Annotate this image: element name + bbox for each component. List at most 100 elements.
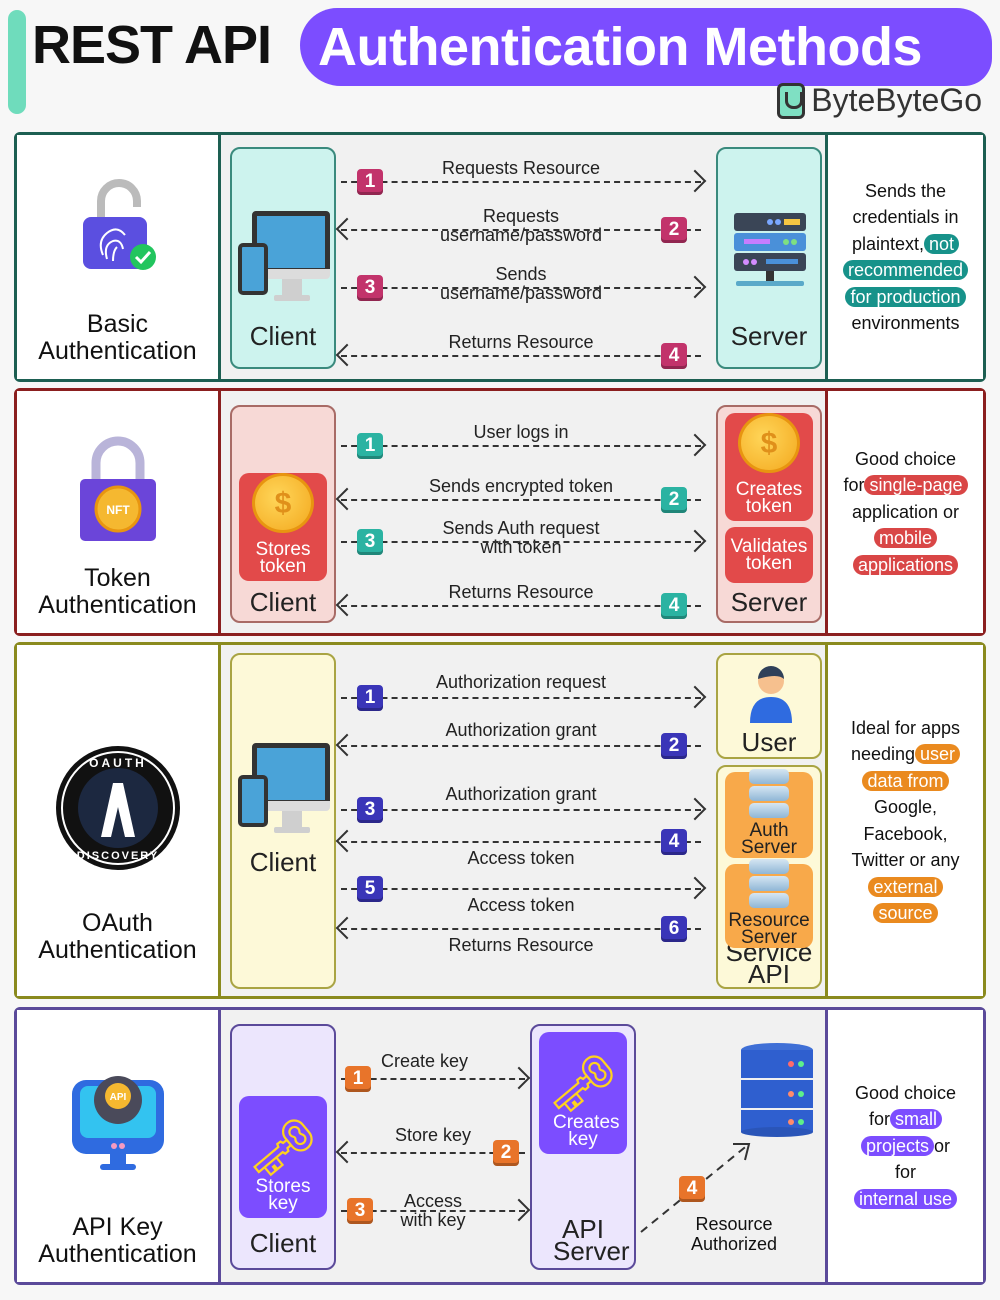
flow-step-1: User logs in 1 — [341, 423, 707, 461]
step-badge: 2 — [493, 1140, 519, 1166]
text-label: Access token — [467, 848, 575, 868]
text-label: Stores token — [255, 539, 311, 577]
text-label: Auth Server — [741, 820, 797, 858]
step-badge: 4 — [661, 829, 687, 855]
step-badge: 2 — [661, 217, 687, 243]
text-label: for — [894, 1162, 916, 1183]
text-label: environments — [851, 313, 960, 333]
user-label: User — [741, 727, 797, 757]
flow-step-3: Sends username/password 3 — [341, 265, 707, 303]
section-api-key-auth: API API Key Authentication 🗝 Stores key C… — [14, 1007, 986, 1285]
flow-step-5: Access token 5 — [341, 874, 707, 915]
highlight: external — [868, 876, 943, 897]
method-note: Sends the credentials in plaintext, not r… — [825, 135, 983, 379]
user-avatar-icon — [750, 666, 792, 723]
server-box: $ Creates token Validates token Server — [716, 405, 822, 623]
flow-step-2: Sends encrypted token 2 — [335, 477, 701, 515]
section-oauth: OAUTH DISCOVERY OAuth Authentication Clie… — [14, 642, 986, 999]
server-label: Server — [730, 321, 808, 351]
oauth-discovery-logo: OAUTH DISCOVERY — [55, 746, 180, 870]
step-badge: 1 — [357, 685, 383, 711]
server-rack-icon — [734, 213, 806, 286]
accent-bar — [8, 10, 26, 114]
text-label: Creates token — [735, 479, 803, 517]
flow-step-3: Sends Auth request with token 3 — [341, 519, 707, 557]
text-label: application or — [851, 501, 960, 522]
flow-step-2: Store key 2 — [335, 1126, 525, 1168]
database-icon — [741, 1043, 813, 1137]
text-label: Stores key — [255, 1176, 311, 1214]
client-devices-icon — [238, 211, 330, 307]
client-label: Client — [249, 321, 317, 351]
text-label: Authorization grant — [445, 720, 597, 740]
text-label: Access token — [467, 895, 575, 915]
text-label: Token — [84, 564, 151, 592]
flow-step-2: Requests username/password 2 — [335, 207, 701, 245]
step-badge: 6 — [661, 916, 687, 942]
method-panel: API API Key Authentication — [17, 1010, 221, 1282]
creates-key-box: 🗝 Creates key — [539, 1032, 627, 1154]
step-badge: 3 — [347, 1198, 373, 1224]
brand: ByteByteGo — [777, 82, 982, 119]
highlight: recommended — [842, 260, 969, 280]
server-box: Server — [716, 147, 822, 369]
step-badge: 5 — [357, 876, 383, 902]
section-basic-auth: Basic Authentication Client Requests Reso… — [14, 132, 986, 382]
resource-server-box: Resource Server — [725, 859, 813, 948]
step-badge: 3 — [357, 529, 383, 555]
text-label: Requests username/password — [439, 206, 603, 245]
key-icon: 🗝 — [547, 1052, 619, 1115]
method-name: OAuth Authentication — [38, 910, 196, 964]
logo-top-text: OAUTH — [89, 756, 147, 770]
validates-token-box: Validates token — [725, 527, 813, 583]
stores-key-box: 🗝 Stores key — [239, 1096, 327, 1218]
highlight: single-page — [864, 475, 968, 496]
text-label: Authorization request — [435, 672, 607, 692]
text-label: Create key — [381, 1051, 469, 1071]
text-label: Sends Auth request with token — [442, 518, 600, 557]
client-box: $ Stores token Client — [230, 405, 336, 623]
method-panel: NFT Token Authentication — [17, 391, 221, 633]
step-badge: 4 — [679, 1176, 705, 1202]
coin-icon: $ — [738, 413, 800, 473]
database-icon — [749, 859, 789, 908]
method-panel: OAUTH DISCOVERY OAuth Authentication — [17, 645, 221, 996]
flow-step-3: Authorization grant 3 — [341, 785, 707, 825]
text-label: API — [109, 1092, 126, 1103]
stores-token-box: $ Stores token — [239, 473, 327, 581]
text-label: Creates key — [553, 1112, 620, 1150]
highlight: applications — [852, 554, 959, 575]
server-label: Server — [730, 587, 808, 617]
step-badge: 2 — [661, 487, 687, 513]
highlight: data from — [862, 770, 949, 791]
text-label: Returns Resource — [448, 935, 594, 955]
text-label: User logs in — [473, 422, 569, 442]
key-icon: 🗝 — [247, 1116, 319, 1179]
highlight: mobile — [873, 528, 938, 549]
step-badge: 1 — [345, 1066, 371, 1092]
text-label: Authorization grant — [445, 784, 597, 804]
method-name: Token Authentication — [38, 565, 196, 619]
highlight: not — [924, 233, 960, 254]
svg-text:NFT: NFT — [106, 503, 130, 517]
text-label: API Key — [72, 1213, 163, 1241]
service-api-box: Auth Server Resource Server Service API — [716, 765, 822, 989]
highlight: small — [890, 1109, 943, 1130]
text-label: or — [934, 1135, 951, 1156]
creates-token-box: $ Creates token — [725, 413, 813, 521]
text-label: Validates token — [730, 536, 808, 574]
text-label: Good choice — [854, 1082, 957, 1103]
text-label: Returns Resource — [448, 332, 594, 352]
brand-name: ByteByteGo — [811, 82, 982, 118]
highlight: projects — [860, 1135, 934, 1156]
text-label: Facebook, — [863, 823, 948, 844]
client-box: 🗝 Stores key Client — [230, 1024, 336, 1270]
client-box: Client — [230, 147, 336, 369]
logo-bottom-text: DISCOVERY — [76, 850, 158, 862]
text-label: Good choice — [854, 448, 957, 469]
step-badge: 4 — [661, 343, 687, 369]
client-label: Client — [249, 587, 317, 617]
text-label: needing — [850, 744, 916, 764]
highlight: user — [915, 744, 961, 764]
text-label: Resource Server — [728, 910, 810, 948]
